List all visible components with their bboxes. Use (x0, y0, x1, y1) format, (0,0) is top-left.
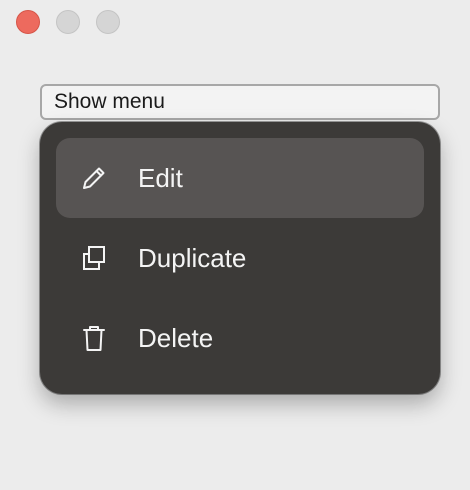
close-button[interactable] (16, 10, 40, 34)
menu-item-duplicate[interactable]: Duplicate (56, 218, 424, 298)
context-menu: Edit Duplicate Delete (40, 122, 440, 394)
minimize-button[interactable] (56, 10, 80, 34)
menu-item-label: Edit (138, 162, 183, 193)
menu-item-edit[interactable]: Edit (56, 138, 424, 218)
app-window: Show menu Edit Duplicate Delete (0, 0, 470, 490)
menu-item-label: Delete (138, 322, 214, 353)
menu-item-label: Duplicate (138, 242, 247, 273)
pencil-icon (78, 162, 110, 194)
trash-icon (78, 322, 110, 354)
zoom-button[interactable] (96, 10, 120, 34)
show-menu-button[interactable]: Show menu (40, 84, 440, 120)
menu-item-delete[interactable]: Delete (56, 298, 424, 378)
duplicate-icon (78, 242, 110, 274)
